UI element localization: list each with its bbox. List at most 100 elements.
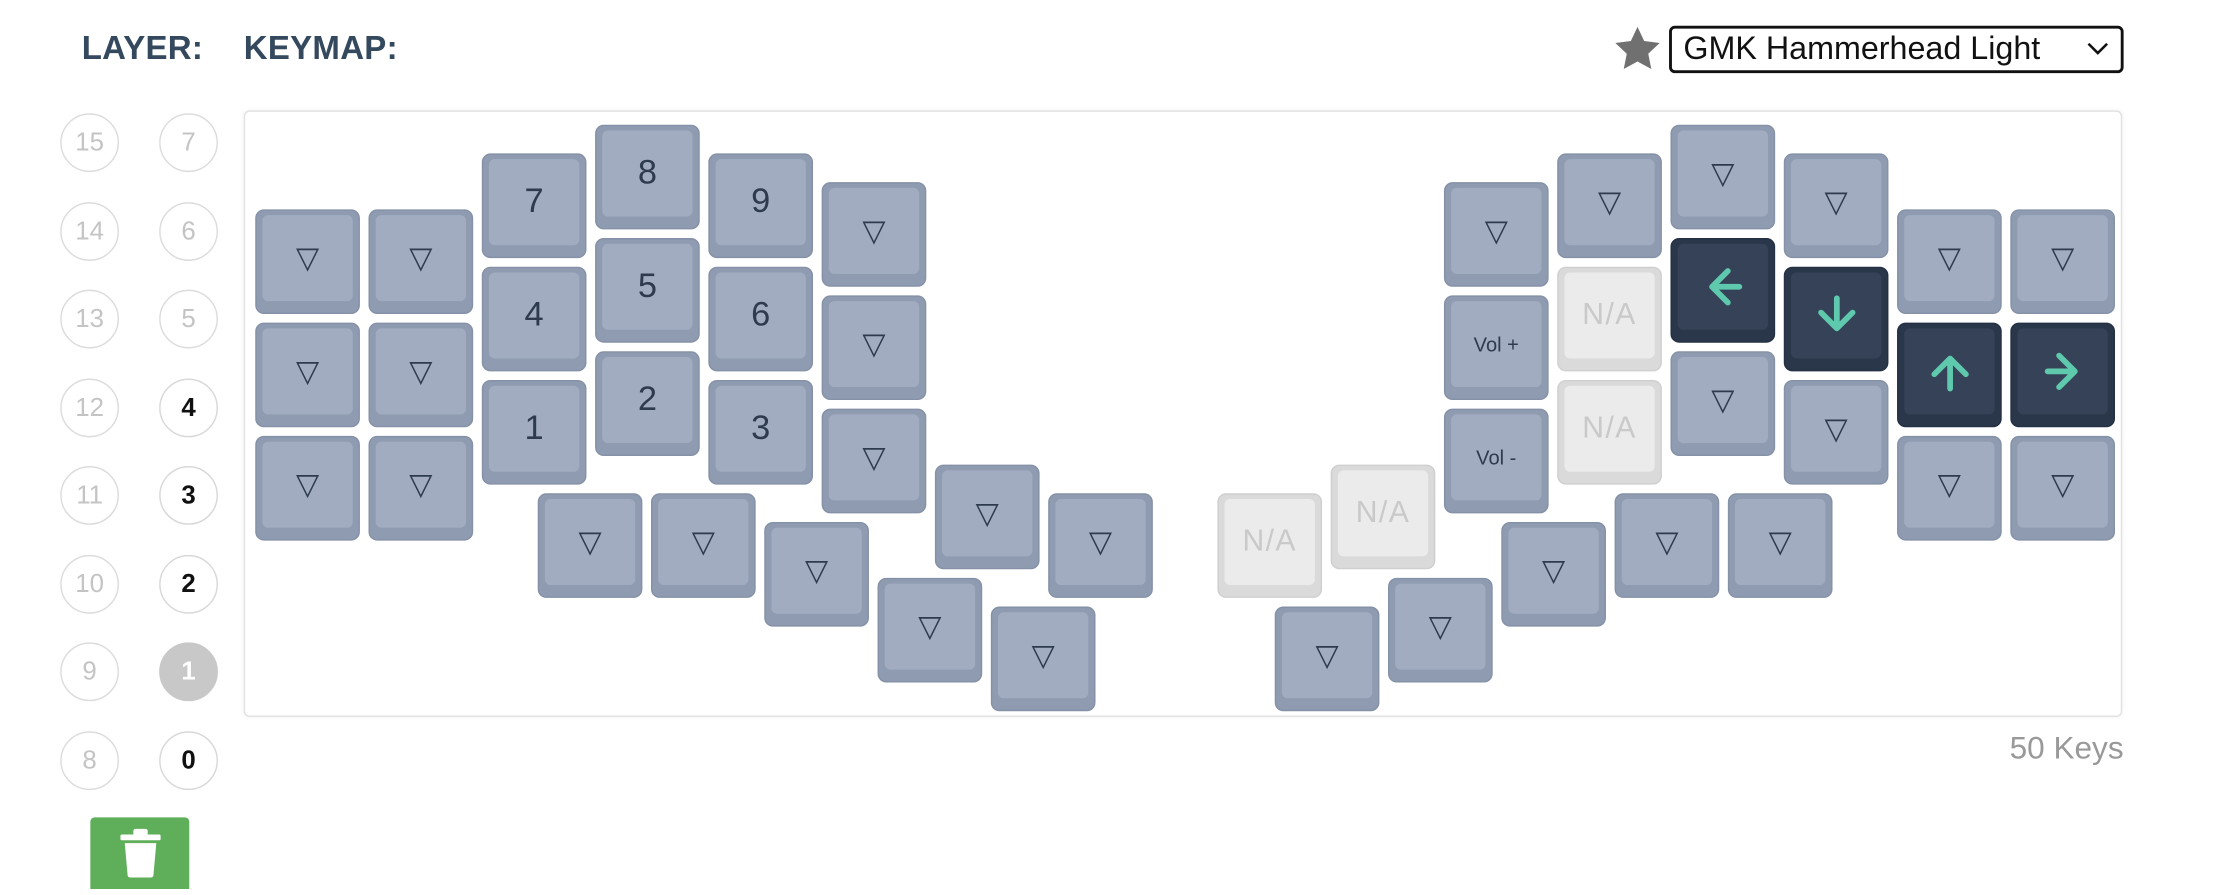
star-icon[interactable] [1612, 23, 1664, 75]
key-32[interactable]: N/A [1557, 266, 1662, 372]
keycap-label: ▽ [771, 527, 862, 614]
key-46[interactable]: ▽ [1614, 493, 1720, 598]
key-5[interactable]: ▽ [821, 182, 927, 287]
keycap-label: N/A [1564, 385, 1655, 472]
key-17[interactable]: ▽ [821, 408, 927, 514]
key-label: ▽ [1655, 525, 1679, 559]
key-8[interactable]: 4 [481, 266, 587, 372]
key-24[interactable]: ▽ [990, 606, 1096, 712]
key-20[interactable]: ▽ [764, 521, 869, 627]
keycap-label: ▽ [1790, 159, 1882, 246]
key-4[interactable]: 9 [708, 153, 814, 259]
key-label: 4 [524, 295, 544, 335]
keycap-label: 5 [602, 243, 693, 330]
key-47[interactable]: ▽ [1727, 493, 1833, 598]
keycap-label: ▽ [262, 215, 353, 302]
key-label: ▽ [1088, 525, 1113, 559]
key-label: ▽ [862, 214, 886, 248]
theme-select[interactable]: GMK Hammerhead Light [1669, 25, 2124, 73]
key-19[interactable]: ▽ [650, 493, 756, 598]
keycap-label [1790, 272, 1882, 359]
key-0[interactable]: ▽ [255, 209, 360, 315]
layer-button-2[interactable]: 2 [159, 554, 218, 613]
key-label: ▽ [691, 525, 715, 559]
key-9[interactable]: 5 [595, 238, 700, 343]
arrow-left-icon [1708, 268, 1742, 306]
key-13[interactable]: ▽ [368, 435, 474, 541]
key-label: 5 [637, 266, 657, 306]
key-6[interactable]: ▽ [255, 322, 360, 428]
key-16[interactable]: 3 [708, 379, 814, 485]
layer-button-4[interactable]: 4 [159, 377, 218, 437]
layer-button-11[interactable]: 11 [60, 466, 120, 525]
layer-button-0[interactable]: 0 [159, 730, 218, 790]
key-label: N/A [1242, 524, 1297, 558]
key-27[interactable]: ▽ [1670, 124, 1776, 230]
key-43[interactable]: N/A [1217, 493, 1323, 598]
key-37[interactable]: Vol - [1443, 408, 1549, 514]
key-label: ▽ [1768, 525, 1792, 559]
key-15[interactable]: 2 [595, 351, 700, 456]
key-38[interactable]: N/A [1557, 379, 1662, 485]
key-29[interactable]: ▽ [1897, 209, 2002, 315]
keycap-label: ▽ [375, 215, 467, 302]
key-3[interactable]: 8 [595, 124, 700, 230]
layer-button-1[interactable]: 1 [159, 642, 218, 702]
keycap-label: ▽ [1055, 498, 1146, 586]
key-22[interactable]: ▽ [1048, 493, 1153, 598]
keycap-label: ▽ [997, 612, 1089, 699]
key-21[interactable]: ▽ [934, 464, 1040, 570]
key-11[interactable]: ▽ [821, 295, 927, 401]
layer-button-9[interactable]: 9 [60, 642, 120, 702]
key-2[interactable]: 7 [481, 153, 587, 259]
key-label: Vol - [1476, 445, 1517, 469]
key-33[interactable] [1670, 238, 1776, 343]
layer-button-12[interactable]: 12 [60, 377, 120, 437]
key-12[interactable]: ▽ [255, 435, 360, 541]
key-48[interactable]: ▽ [1388, 577, 1493, 683]
keycap-label: ▽ [262, 441, 353, 528]
layer-button-6[interactable]: 6 [159, 201, 218, 261]
layer-button-13[interactable]: 13 [60, 289, 120, 349]
key-31[interactable]: Vol + [1443, 295, 1549, 401]
key-label: ▽ [409, 468, 433, 502]
key-49[interactable]: ▽ [1274, 606, 1380, 712]
key-28[interactable]: ▽ [1783, 153, 1889, 259]
layer-button-8[interactable]: 8 [60, 730, 120, 790]
key-14[interactable]: 1 [481, 379, 587, 485]
layer-button-5[interactable]: 5 [159, 289, 218, 349]
layer-button-10[interactable]: 10 [60, 554, 120, 613]
keymap-page: LAYER: KEYMAP: GMK Hammerhead Light 15 14… [0, 0, 2234, 895]
key-41[interactable]: ▽ [1897, 435, 2002, 541]
keycap-label: ▽ [1564, 159, 1655, 246]
key-label: ▽ [409, 241, 433, 275]
key-35[interactable] [1897, 322, 2002, 428]
key-1[interactable]: ▽ [368, 209, 474, 315]
key-45[interactable]: ▽ [1501, 521, 1606, 627]
key-26[interactable]: ▽ [1557, 153, 1662, 259]
key-18[interactable]: ▽ [537, 493, 643, 598]
key-7[interactable]: ▽ [368, 322, 474, 428]
key-label: N/A [1355, 496, 1411, 530]
layer-button-7[interactable]: 7 [159, 113, 218, 173]
keycap-label: Vol - [1451, 414, 1542, 501]
key-44[interactable]: N/A [1330, 464, 1436, 570]
key-34[interactable] [1783, 266, 1889, 372]
keycap-label: N/A [1224, 498, 1315, 586]
clear-keymap-button[interactable] [90, 817, 190, 890]
key-42[interactable]: ▽ [2010, 435, 2116, 541]
keycap-label: ▽ [375, 328, 467, 415]
key-10[interactable]: 6 [708, 266, 814, 372]
key-39[interactable]: ▽ [1670, 351, 1776, 456]
key-40[interactable]: ▽ [1783, 379, 1889, 485]
key-label: 9 [751, 182, 771, 221]
keycap-label: 8 [602, 130, 693, 217]
layer-button-3[interactable]: 3 [159, 466, 218, 525]
layer-button-14[interactable]: 14 [60, 201, 120, 261]
key-30[interactable]: ▽ [2010, 209, 2116, 315]
keycap-label: 7 [488, 159, 580, 246]
key-36[interactable] [2010, 322, 2116, 428]
layer-button-15[interactable]: 15 [60, 113, 120, 173]
key-23[interactable]: ▽ [877, 577, 983, 683]
key-25[interactable]: ▽ [1443, 182, 1549, 287]
